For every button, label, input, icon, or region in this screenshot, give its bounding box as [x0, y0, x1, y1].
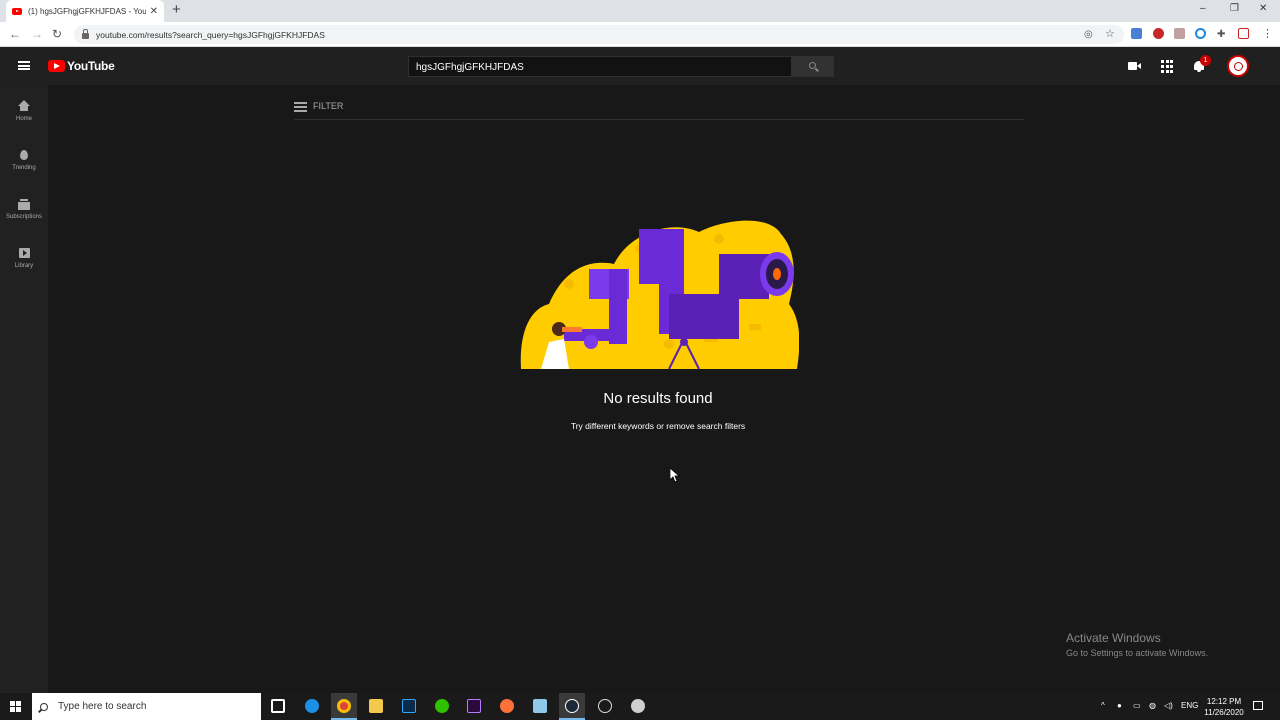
restore-button[interactable]: ❐ — [1230, 3, 1239, 14]
back-arrow-icon[interactable]: ← — [9, 27, 21, 41]
notification-badge: 1 — [1200, 55, 1211, 66]
edge-icon[interactable] — [305, 699, 319, 713]
vpn-icon[interactable]: ◍ — [1149, 701, 1156, 710]
action-center-icon[interactable] — [1253, 701, 1263, 710]
address-bar[interactable]: youtube.com/results?search_query=hgsJGFh… — [74, 25, 1124, 44]
search-box[interactable] — [408, 56, 792, 77]
taskbar-clock[interactable]: 12:12 PM 11/26/2020 — [1196, 696, 1252, 718]
browser-tabstrip: (1) hgsJGFhgjGFKHJFDAS - YouTu ✕ + – ❐ ✕ — [0, 0, 1280, 22]
guide-item-subscriptions[interactable]: Subscriptions — [0, 198, 48, 220]
watermark-subtitle: Go to Settings to activate Windows. — [1066, 648, 1209, 658]
no-results-subtitle: Try different keywords or remove search … — [570, 421, 746, 431]
clock-time: 12:12 PM — [1206, 697, 1242, 706]
hamburger-menu-icon[interactable] — [18, 61, 30, 70]
trending-icon — [18, 149, 30, 161]
search-input[interactable] — [409, 58, 791, 77]
guide-item-library[interactable]: Library — [0, 247, 48, 269]
premiere-icon[interactable] — [467, 699, 481, 713]
create-video-icon[interactable] — [1128, 59, 1142, 73]
guide-item-label: Home — [15, 116, 32, 122]
guide-item-trending[interactable]: Trending — [0, 149, 48, 171]
no-results-illustration — [520, 220, 799, 370]
search-button[interactable] — [791, 56, 834, 77]
taskbar-search-box[interactable]: Type here to search — [32, 693, 261, 720]
clock-date: 11/26/2020 — [1204, 708, 1244, 717]
photoshop-icon[interactable] — [402, 699, 416, 713]
windows-start-icon[interactable] — [10, 701, 21, 712]
home-icon — [18, 100, 30, 112]
pdf-extension-icon[interactable] — [1174, 28, 1185, 39]
network-icon[interactable]: ▭ — [1133, 701, 1141, 710]
minimize-button[interactable]: – — [1200, 3, 1206, 14]
youtube-logo[interactable]: YouTube — [48, 59, 115, 73]
guide-item-label: Trending — [12, 165, 36, 171]
browser-tab-active[interactable]: (1) hgsJGFhgjGFKHJFDAS - YouTu ✕ — [6, 0, 164, 22]
browser-toolbar: ← → ↻ youtube.com/results?search_query=h… — [0, 22, 1280, 47]
puzzle-extension-icon[interactable]: ✚ — [1217, 28, 1225, 42]
notepad-icon[interactable] — [533, 699, 547, 713]
browser-menu-icon[interactable]: ⋮ — [1262, 27, 1273, 41]
youtube-header: YouTube — [0, 47, 1280, 85]
mouse-cursor-icon — [670, 468, 680, 483]
wechat-icon[interactable] — [435, 699, 449, 713]
eye-off-icon[interactable]: ◎ — [1084, 28, 1093, 42]
tray-overflow-icon[interactable]: ^ — [1101, 701, 1105, 710]
firefox-icon[interactable] — [500, 699, 514, 713]
windows-taskbar: Type here to search ^ ● ▭ ◍ ◁) ENG 12:12… — [0, 693, 1280, 720]
youtube-play-icon — [48, 60, 65, 72]
bookmark-star-icon[interactable]: ☆ — [1105, 27, 1115, 41]
search-icon — [809, 62, 816, 69]
taskbar-search-placeholder[interactable]: Type here to search — [58, 701, 146, 712]
youtube-favicon-icon — [12, 7, 22, 15]
account-avatar[interactable] — [1227, 55, 1249, 77]
microphone-icon[interactable]: ● — [1117, 701, 1122, 710]
lock-icon — [82, 28, 89, 39]
clock-app-icon[interactable] — [598, 699, 612, 713]
watermark-title: Activate Windows — [1066, 631, 1161, 645]
profile-extension-icon[interactable] — [1238, 28, 1249, 39]
tab-close-icon[interactable]: ✕ — [150, 6, 158, 17]
filter-sliders-icon[interactable] — [294, 101, 307, 112]
close-window-button[interactable]: ✕ — [1259, 3, 1267, 14]
tab-title: (1) hgsJGFhgjGFKHJFDAS - YouTu — [28, 6, 146, 16]
chrome-icon[interactable] — [337, 699, 351, 713]
volume-icon[interactable]: ◁) — [1164, 701, 1173, 710]
reload-icon[interactable]: ↻ — [52, 27, 62, 41]
filter-button[interactable]: FILTER — [313, 101, 343, 112]
task-view-icon[interactable] — [271, 699, 285, 713]
new-tab-button[interactable]: + — [172, 2, 181, 18]
translate-extension-icon[interactable] — [1131, 28, 1142, 39]
file-explorer-icon[interactable] — [369, 699, 383, 713]
subscriptions-icon — [18, 198, 30, 210]
forward-arrow-icon[interactable]: → — [31, 27, 43, 41]
adblock-extension-icon[interactable] — [1153, 28, 1164, 39]
guide-item-label: Library — [14, 263, 34, 269]
sync-extension-icon[interactable] — [1195, 28, 1206, 39]
guide-item-label: Subscriptions — [5, 214, 43, 220]
filter-bar: FILTER — [294, 101, 1024, 120]
apps-grid-icon[interactable] — [1161, 59, 1175, 73]
library-icon — [18, 247, 30, 259]
activate-windows-watermark: Activate Windows Go to Settings to activ… — [1066, 631, 1208, 658]
address-url[interactable]: youtube.com/results?search_query=hgsJGFh… — [96, 30, 325, 40]
youtube-logo-text: YouTube — [67, 59, 115, 73]
search-icon — [40, 702, 48, 711]
game-controller-icon[interactable] — [631, 699, 645, 713]
guide-item-home[interactable]: Home — [0, 100, 48, 122]
no-results-title: No results found — [603, 390, 713, 407]
steam-icon[interactable] — [565, 699, 579, 713]
